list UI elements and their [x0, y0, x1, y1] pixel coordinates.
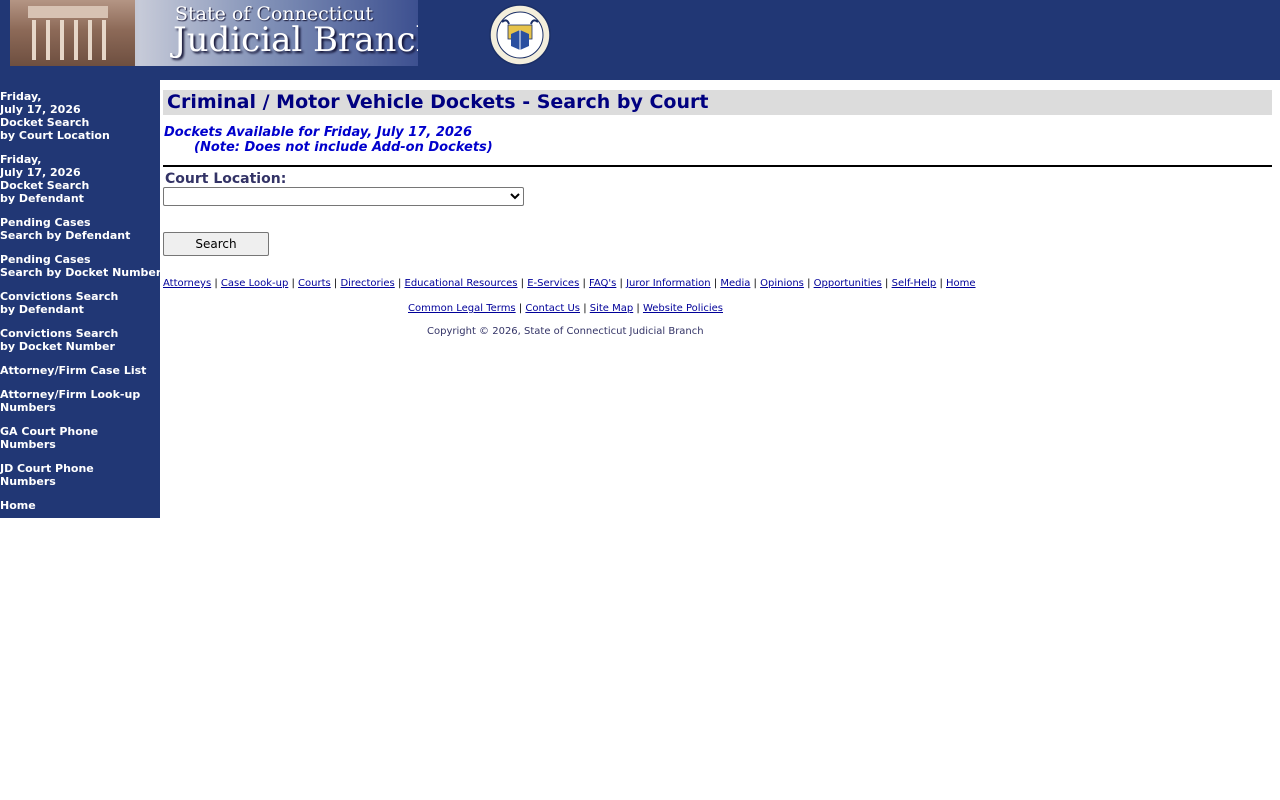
main-content: Criminal / Motor Vehicle Dockets - Searc…	[163, 90, 1272, 337]
sidebar-item-home[interactable]: Home	[0, 499, 160, 512]
nav-line: July 17, 2026	[0, 103, 81, 116]
footer-link-educational-resources[interactable]: Educational Resources	[405, 278, 518, 289]
footer-link-media[interactable]: Media	[720, 278, 750, 289]
nav-line: Search by Defendant	[0, 229, 131, 242]
available-dockets-text: Dockets Available for Friday, July 17, 2…	[164, 125, 473, 140]
site-header: State of Connecticut Judicial Branch	[0, 0, 1280, 80]
footer-link-attorneys[interactable]: Attorneys	[163, 278, 211, 289]
separator: |	[710, 278, 721, 289]
state-seal-logo	[489, 4, 551, 66]
footer-link-home[interactable]: Home	[946, 278, 976, 289]
footer-link-contact-us[interactable]: Contact Us	[525, 303, 580, 314]
nav-line: Friday,	[0, 90, 42, 103]
nav-line: Pending Cases	[0, 216, 91, 229]
nav-line: Convictions Search	[0, 327, 119, 340]
nav-line: Pending Cases	[0, 253, 91, 266]
footer-link-opinions[interactable]: Opinions	[760, 278, 804, 289]
add-on-note: (Note: Does not include Add-on Dockets)	[194, 140, 493, 155]
search-button[interactable]: Search	[163, 232, 269, 256]
separator: |	[616, 278, 627, 289]
footer-link-opportunities[interactable]: Opportunities	[814, 278, 882, 289]
footer-links-primary: Attorneys | Case Look-up | Courts | Dire…	[163, 278, 1272, 289]
footer-links-secondary: Common Legal Terms | Contact Us | Site M…	[163, 303, 1272, 314]
sidebar-item-docket-by-court-location[interactable]: Friday, July 17, 2026 Docket Search by C…	[0, 90, 160, 142]
footer-link-faqs[interactable]: FAQ's	[589, 278, 616, 289]
nav-line: JD Court Phone	[0, 462, 94, 475]
nav-line: Docket Search	[0, 116, 90, 129]
copyright-text: Copyright © 2026, State of Connecticut J…	[427, 326, 704, 337]
sidebar-nav: Friday, July 17, 2026 Docket Search by C…	[0, 80, 162, 518]
sidebar-item-pending-by-defendant[interactable]: Pending Cases Search by Defendant	[0, 216, 160, 242]
nav-line: July 17, 2026	[0, 166, 81, 179]
sidebar-item-jd-court-phone[interactable]: JD Court Phone Numbers	[0, 462, 160, 488]
separator: |	[803, 278, 814, 289]
footer-link-site-map[interactable]: Site Map	[590, 303, 633, 314]
sidebar-item-attorney-lookup-numbers[interactable]: Attorney/Firm Look-up Numbers	[0, 388, 160, 414]
separator: |	[330, 278, 341, 289]
page-title: Criminal / Motor Vehicle Dockets - Searc…	[163, 90, 1272, 115]
separator: |	[580, 303, 590, 314]
nav-line: Docket Search	[0, 179, 90, 192]
nav-line: Attorney/Firm Case List	[0, 364, 147, 377]
separator: |	[633, 303, 643, 314]
separator: |	[394, 278, 405, 289]
nav-line: by Docket Number	[0, 340, 115, 353]
sidebar-item-docket-by-defendant[interactable]: Friday, July 17, 2026 Docket Search by D…	[0, 153, 160, 205]
nav-line: Attorney/Firm Look-up	[0, 388, 141, 401]
nav-line: Numbers	[0, 475, 56, 488]
nav-line: Home	[0, 499, 36, 512]
footer-link-case-lookup[interactable]: Case Look-up	[221, 278, 288, 289]
court-location-select[interactable]	[163, 187, 524, 206]
separator: |	[515, 303, 526, 314]
footer-link-website-policies[interactable]: Website Policies	[643, 303, 723, 314]
nav-line: by Court Location	[0, 129, 110, 142]
nav-line: Friday,	[0, 153, 42, 166]
sidebar-item-convictions-by-defendant[interactable]: Convictions Search by Defendant	[0, 290, 160, 316]
nav-line: Search by Docket Number	[0, 266, 162, 279]
separator: |	[517, 278, 528, 289]
footer-link-courts[interactable]: Courts	[298, 278, 331, 289]
footer-link-juror-information[interactable]: Juror Information	[626, 278, 710, 289]
sidebar-item-pending-by-docket-number[interactable]: Pending Cases Search by Docket Number	[0, 253, 162, 279]
separator: |	[750, 278, 761, 289]
footer-link-directories[interactable]: Directories	[340, 278, 394, 289]
sidebar-item-attorney-case-list[interactable]: Attorney/Firm Case List	[0, 364, 160, 377]
separator: |	[936, 278, 946, 289]
available-dockets-notice: Dockets Available for Friday, July 17, 2…	[163, 125, 1272, 155]
nav-line: Numbers	[0, 438, 56, 451]
separator: |	[881, 278, 892, 289]
nav-line: Numbers	[0, 401, 56, 414]
court-location-label: Court Location:	[165, 171, 287, 187]
nav-line: by Defendant	[0, 303, 84, 316]
nav-line: GA Court Phone	[0, 425, 99, 438]
footer-link-e-services[interactable]: E-Services	[527, 278, 579, 289]
divider	[163, 165, 1272, 167]
banner-image: State of Connecticut Judicial Branch	[10, 0, 418, 66]
banner-title: Judicial Branch	[173, 20, 418, 60]
courthouse-picture	[10, 0, 135, 66]
separator: |	[288, 278, 299, 289]
separator: |	[579, 278, 590, 289]
sidebar-item-ga-court-phone[interactable]: GA Court Phone Numbers	[0, 425, 160, 451]
separator: |	[211, 278, 221, 289]
nav-line: by Defendant	[0, 192, 84, 205]
footer-link-common-legal-terms[interactable]: Common Legal Terms	[408, 303, 516, 314]
footer-link-self-help[interactable]: Self-Help	[892, 278, 937, 289]
sidebar-item-convictions-by-docket-number[interactable]: Convictions Search by Docket Number	[0, 327, 160, 353]
nav-line: Convictions Search	[0, 290, 119, 303]
